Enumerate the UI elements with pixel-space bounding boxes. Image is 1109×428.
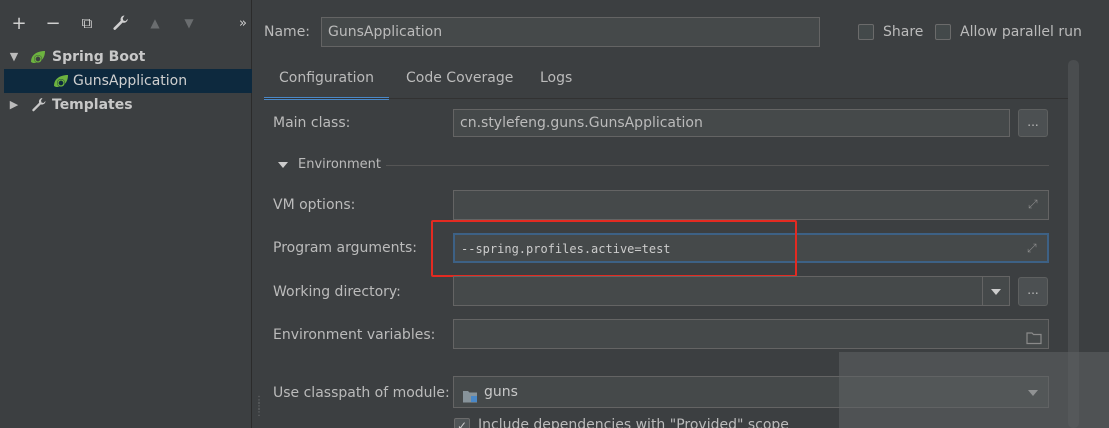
working-directory-input[interactable] (453, 276, 1010, 306)
tab-code-coverage[interactable]: Code Coverage (391, 62, 528, 100)
configuration-editor: Name: GunsApplication Share Allow parall… (253, 0, 1109, 428)
tree-node-spring-boot[interactable]: ▼ Spring Boot (0, 45, 252, 69)
tab-logs[interactable]: Logs (525, 62, 587, 100)
main-class-input[interactable]: cn.stylefeng.guns.GunsApplication (453, 109, 1010, 137)
classpath-module-value: guns (484, 384, 518, 400)
allow-parallel-label: Allow parallel run (960, 24, 1082, 40)
tab-configuration[interactable]: Configuration (264, 62, 389, 100)
configurations-toolbar: + − ⧉ ▲ ▼ » (0, 0, 251, 44)
include-dependencies-label: Include dependencies with "Provided" sco… (478, 417, 789, 428)
main-class-browse-button[interactable]: ... (1018, 109, 1048, 137)
tab-bar: Configuration Code Coverage Logs (264, 62, 1073, 100)
name-label: Name: (264, 24, 311, 40)
folder-icon[interactable] (1026, 327, 1042, 348)
collapse-arrow-icon[interactable]: ▶ (7, 93, 21, 117)
expand-arrow-icon[interactable]: ▼ (7, 45, 21, 69)
module-folder-icon (462, 385, 478, 407)
working-directory-browse-button[interactable]: ... (1018, 277, 1048, 306)
configurations-panel: + − ⧉ ▲ ▼ » ▼ Spring Boot GunsApplicatio… (0, 0, 252, 428)
chevron-down-icon (991, 289, 1001, 295)
spring-boot-icon (29, 49, 47, 65)
environment-variables-label: Environment variables: (273, 327, 436, 343)
name-input[interactable]: GunsApplication (321, 17, 820, 47)
remove-icon[interactable]: − (42, 12, 64, 34)
expand-icon[interactable]: ⤢ (1027, 241, 1042, 256)
configurations-tree: ▼ Spring Boot GunsApplication ▶ Template… (0, 45, 252, 117)
tree-node-guns-application[interactable]: GunsApplication (4, 69, 252, 93)
tree-node-templates[interactable]: ▶ Templates (0, 93, 252, 117)
move-down-icon[interactable]: ▼ (178, 12, 200, 34)
tree-label: Templates (52, 97, 133, 113)
spring-boot-app-icon (52, 73, 70, 89)
environment-collapse-icon[interactable] (278, 162, 288, 168)
include-dependencies-checkbox[interactable]: ✓ (454, 418, 470, 428)
translucent-overlay (839, 352, 1109, 428)
classpath-module-label: Use classpath of module: (273, 385, 450, 401)
copy-icon[interactable]: ⧉ (76, 12, 98, 34)
allow-parallel-checkbox[interactable] (935, 24, 951, 40)
working-directory-dropdown[interactable] (982, 277, 1009, 305)
working-directory-label: Working directory: (273, 284, 401, 300)
wrench-icon (30, 97, 48, 113)
main-class-label: Main class: (273, 115, 351, 131)
expand-icon[interactable]: ⤢ (1028, 197, 1043, 212)
tree-label: Spring Boot (52, 49, 146, 65)
section-divider (386, 165, 1049, 166)
highlight-annotation (431, 220, 797, 277)
environment-variables-input[interactable] (453, 319, 1049, 349)
share-label: Share (883, 24, 924, 40)
tree-label: GunsApplication (73, 73, 188, 89)
move-up-icon[interactable]: ▲ (144, 12, 166, 34)
program-arguments-label: Program arguments: (273, 240, 417, 256)
tab-divider (264, 98, 1068, 99)
vm-options-input[interactable]: ⤢ (453, 190, 1049, 220)
more-actions-icon[interactable]: » (232, 12, 254, 34)
share-checkbox[interactable] (858, 24, 874, 40)
vm-options-label: VM options: (273, 197, 356, 213)
wrench-icon[interactable] (110, 12, 132, 34)
add-icon[interactable]: + (8, 12, 30, 34)
environment-label[interactable]: Environment (298, 157, 381, 172)
